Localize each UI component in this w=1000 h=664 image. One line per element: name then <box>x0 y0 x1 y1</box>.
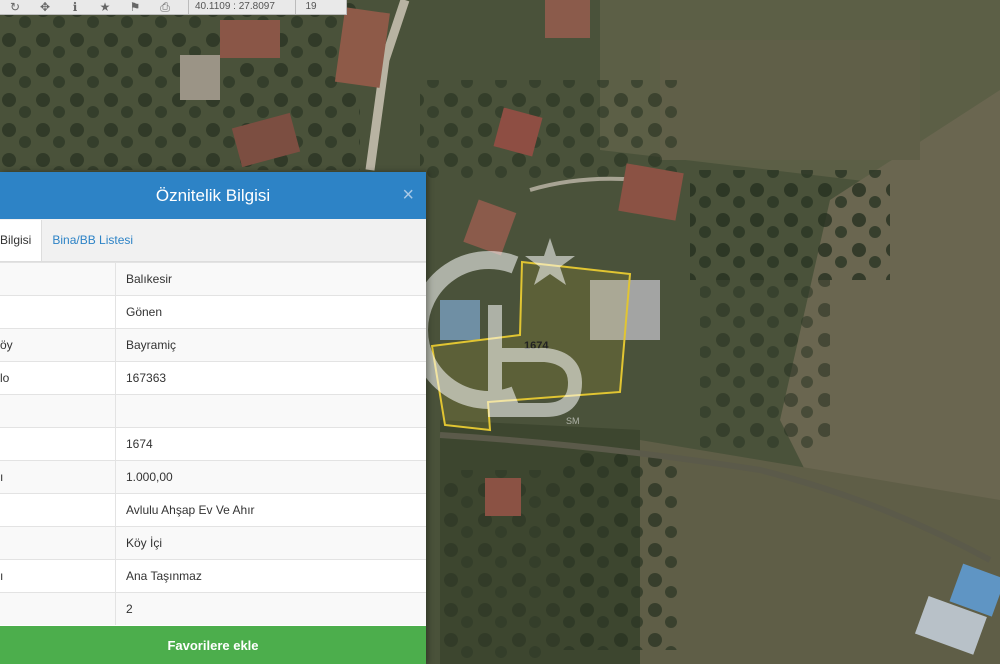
table-row: öy Bayramiç <box>0 328 426 362</box>
row-value: Köy İçi <box>115 526 426 560</box>
row-key <box>0 262 116 296</box>
tab-info[interactable]: Bilgisi <box>0 220 43 261</box>
table-row <box>0 394 426 428</box>
row-key <box>0 295 116 329</box>
watermark-mark: SM <box>566 416 580 426</box>
row-value: Balıkesir <box>115 262 426 296</box>
table-row: ı 1.000,00 <box>0 460 426 494</box>
table-row: Köy İçi <box>0 526 426 560</box>
tab-building-list[interactable]: Bina/BB Listesi <box>42 220 143 261</box>
table-row: Balıkesir <box>0 262 426 296</box>
row-key <box>0 592 116 625</box>
row-value: 1.000,00 <box>115 460 426 494</box>
coordinate-readout: 40.1109 : 27.8097 <box>188 0 295 14</box>
zoom-level: 19 <box>295 0 326 14</box>
attribute-info-dialog: Öznitelik Bilgisi × Bilgisi Bina/BB List… <box>0 172 426 664</box>
row-key <box>0 493 116 527</box>
table-row: ı Ana Taşınmaz <box>0 559 426 593</box>
star-icon[interactable]: ★ <box>90 0 120 14</box>
row-value: Ana Taşınmaz <box>115 559 426 593</box>
row-key <box>0 427 116 461</box>
row-key: ı <box>0 559 116 593</box>
info-icon[interactable]: ℹ <box>60 0 90 14</box>
dialog-title: Öznitelik Bilgisi <box>155 185 271 205</box>
row-value: 2 <box>115 592 426 625</box>
row-key <box>0 526 116 560</box>
bookmark-icon[interactable]: ⚑ <box>120 0 150 14</box>
row-value: Bayramiç <box>115 328 426 362</box>
attribute-table: Balıkesir Gönen öy Bayramiç lo 167363 1674… <box>0 262 426 625</box>
print-icon[interactable]: ⎙ <box>150 0 180 14</box>
table-row: Avlulu Ahşap Ev Ve Ahır <box>0 493 426 527</box>
table-row: 2 <box>0 592 426 625</box>
dialog-header: Öznitelik Bilgisi × <box>0 172 426 219</box>
row-key: öy <box>0 328 116 362</box>
move-icon[interactable]: ✥ <box>30 0 60 14</box>
map-toolbar: ↻ ✥ ℹ ★ ⚑ ⎙ 40.1109 : 27.8097 19 <box>0 0 347 15</box>
row-key: lo <box>0 361 116 395</box>
row-key <box>0 394 116 428</box>
row-value: 1674 <box>115 427 426 461</box>
row-key: ı <box>0 460 116 494</box>
row-value: Avlulu Ahşap Ev Ve Ahır <box>115 493 426 527</box>
row-value: 167363 <box>115 361 426 395</box>
table-row: Gönen <box>0 295 426 329</box>
close-icon[interactable]: × <box>402 184 414 207</box>
dialog-tabs: Bilgisi Bina/BB Listesi <box>0 219 426 262</box>
add-to-favorites-button[interactable]: Favorilere ekle <box>0 626 426 664</box>
row-value: Gönen <box>115 295 426 329</box>
table-row: lo 167363 <box>0 361 426 395</box>
redo-icon[interactable]: ↻ <box>0 0 30 14</box>
row-value <box>115 394 426 428</box>
table-row: 1674 <box>0 427 426 461</box>
